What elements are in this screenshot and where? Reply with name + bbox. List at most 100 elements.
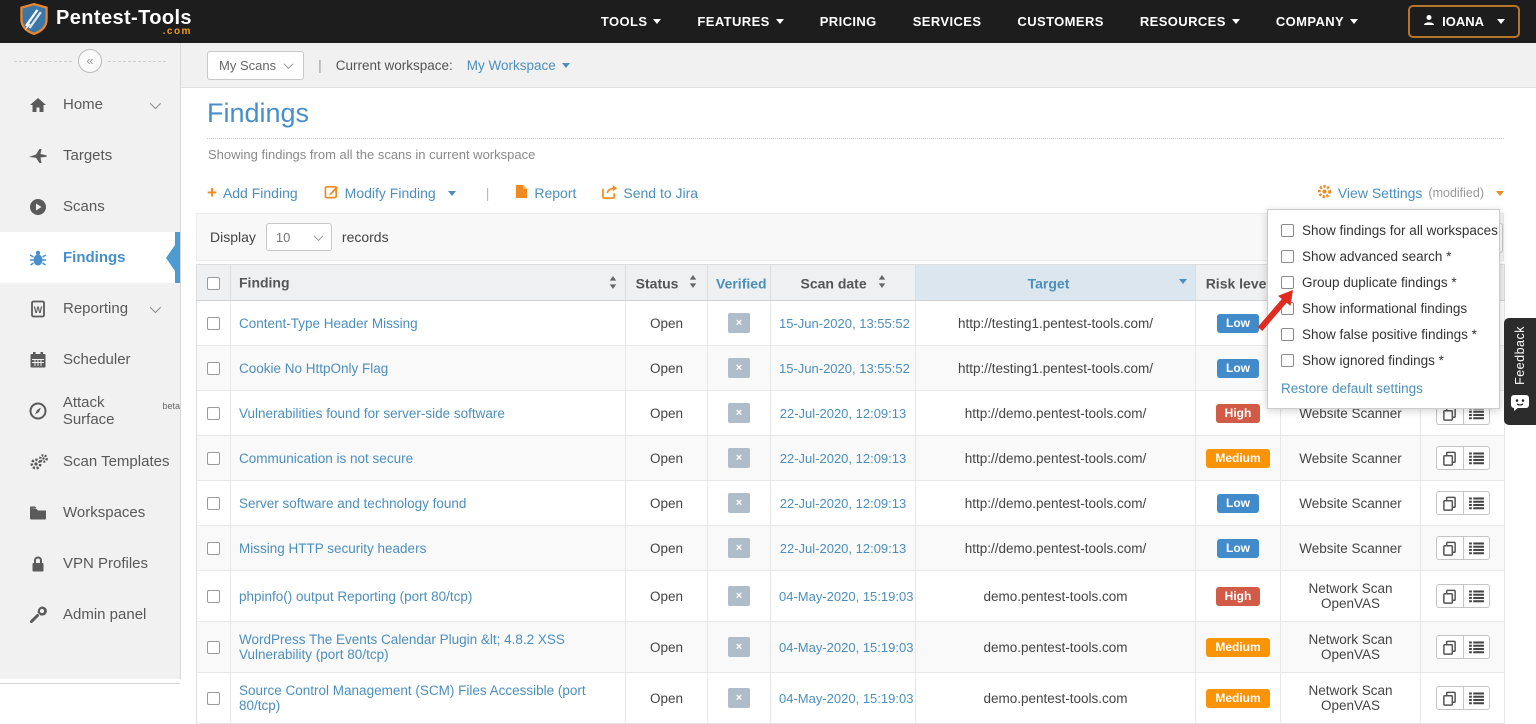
row-checkbox[interactable] <box>207 590 220 603</box>
duplicate-finding-button[interactable] <box>1436 686 1463 710</box>
sidebar-item-scan-templates[interactable]: Scan Templates <box>0 436 180 487</box>
finding-link[interactable]: Missing HTTP security headers <box>239 541 426 556</box>
nav-features[interactable]: FEATURES <box>697 14 783 29</box>
scan-date-link[interactable]: 22-Jul-2020, 12:09:13 <box>780 406 906 421</box>
verified-toggle-badge[interactable]: × <box>728 637 750 657</box>
status-header[interactable]: Status <box>626 265 708 301</box>
finding-link[interactable]: WordPress The Events Calendar Plugin &lt… <box>239 632 565 662</box>
finding-link[interactable]: Communication is not secure <box>239 451 413 466</box>
sidebar-item-workspaces[interactable]: Workspaces <box>0 487 180 538</box>
scan-date-link[interactable]: 15-Jun-2020, 13:55:52 <box>779 361 910 376</box>
view-settings-option[interactable]: Show ignored findings * <box>1281 353 1486 368</box>
sidebar-item-scheduler[interactable]: Scheduler <box>0 334 180 385</box>
add-finding-button[interactable]: + Add Finding <box>207 185 298 201</box>
brand-logo[interactable]: Pentest-Tools .com <box>20 3 192 40</box>
sidebar-collapse-button[interactable]: « <box>78 49 102 73</box>
workspace-selector[interactable]: My Workspace <box>467 58 570 73</box>
nav-services[interactable]: SERVICES <box>913 14 982 29</box>
user-menu-button[interactable]: IOANA <box>1408 5 1520 38</box>
scan-date-link[interactable]: 22-Jul-2020, 12:09:13 <box>780 451 906 466</box>
duplicate-finding-button[interactable] <box>1436 584 1463 608</box>
verified-toggle-badge[interactable]: × <box>728 688 750 708</box>
view-settings-options: Show findings for all workspaces Show ad… <box>1281 223 1486 368</box>
findings-toolbar: + Add Finding Modify Finding | Report Se… <box>207 184 1504 202</box>
verified-toggle-badge[interactable]: × <box>728 586 750 606</box>
sidebar-item-home[interactable]: Home <box>0 79 180 130</box>
scan-date-link[interactable]: 15-Jun-2020, 13:55:52 <box>779 316 910 331</box>
verified-toggle-badge[interactable]: × <box>728 358 750 378</box>
scan-date-link[interactable]: 04-May-2020, 15:19:03 <box>779 691 913 706</box>
select-all-checkbox[interactable] <box>207 277 220 290</box>
duplicate-finding-button[interactable] <box>1436 491 1463 515</box>
sidebar-item-vpn-profiles[interactable]: VPN Profiles <box>0 538 180 589</box>
sidebar-item-targets[interactable]: Targets <box>0 130 180 181</box>
sidebar-item-attack-surface[interactable]: Attack Surface beta <box>0 385 180 436</box>
target-header[interactable]: Target <box>916 265 1196 301</box>
sidebar-item-scans[interactable]: Scans <box>0 181 180 232</box>
finding-link[interactable]: phpinfo() output Reporting (port 80/tcp) <box>239 589 472 604</box>
row-checkbox[interactable] <box>207 362 220 375</box>
view-settings-option[interactable]: Show false positive findings * <box>1281 327 1486 342</box>
finding-header[interactable]: Finding <box>231 265 626 301</box>
view-settings-option[interactable]: Show advanced search * <box>1281 249 1486 264</box>
send-to-jira-button[interactable]: Send to Jira <box>602 184 698 202</box>
nav-customers[interactable]: CUSTOMERS <box>1017 14 1103 29</box>
modify-finding-button[interactable]: Modify Finding <box>324 184 456 202</box>
row-checkbox[interactable] <box>207 542 220 555</box>
row-checkbox[interactable] <box>207 497 220 510</box>
finding-link[interactable]: Server software and technology found <box>239 496 466 511</box>
verified-toggle-badge[interactable]: × <box>728 448 750 468</box>
nav-tools[interactable]: TOOLS <box>601 14 662 29</box>
finding-details-button[interactable] <box>1463 635 1490 659</box>
row-checkbox[interactable] <box>207 641 220 654</box>
plus-icon: + <box>207 187 217 199</box>
finding-details-button[interactable] <box>1463 686 1490 710</box>
row-checkbox[interactable] <box>207 317 220 330</box>
duplicate-finding-button[interactable] <box>1436 536 1463 560</box>
view-settings-option[interactable]: Group duplicate findings * <box>1281 275 1486 290</box>
scan-date-link[interactable]: 22-Jul-2020, 12:09:13 <box>780 541 906 556</box>
finding-link[interactable]: Cookie No HttpOnly Flag <box>239 361 388 376</box>
report-button[interactable]: Report <box>515 184 576 202</box>
checkbox-unchecked-icon[interactable] <box>1281 250 1294 263</box>
folder-icon <box>29 504 49 522</box>
verified-toggle-badge[interactable]: × <box>728 403 750 423</box>
view-settings-option[interactable]: Show informational findings <box>1281 301 1486 316</box>
nav-company[interactable]: COMPANY <box>1276 14 1358 29</box>
duplicate-finding-button[interactable] <box>1436 446 1463 470</box>
finding-link[interactable]: Source Control Management (SCM) Files Ac… <box>239 683 586 713</box>
finding-details-button[interactable] <box>1463 446 1490 470</box>
row-checkbox[interactable] <box>207 452 220 465</box>
feedback-tab[interactable]: Feedback <box>1504 318 1536 425</box>
page-size-select[interactable]: 10 <box>266 223 332 251</box>
scan-date-header[interactable]: Scan date <box>771 265 916 301</box>
finding-link[interactable]: Content-Type Header Missing <box>239 316 418 331</box>
sort-desc-icon <box>1179 279 1187 284</box>
finding-details-button[interactable] <box>1463 584 1490 608</box>
finding-details-button[interactable] <box>1463 491 1490 515</box>
scope-select[interactable]: My Scans <box>207 51 304 80</box>
scan-date-link[interactable]: 22-Jul-2020, 12:09:13 <box>780 496 906 511</box>
restore-default-settings-link[interactable]: Restore default settings <box>1281 381 1423 396</box>
checkbox-unchecked-icon[interactable] <box>1281 224 1294 237</box>
nav-resources[interactable]: RESOURCES <box>1140 14 1240 29</box>
finding-details-button[interactable] <box>1463 536 1490 560</box>
sidebar-item-findings[interactable]: Findings <box>0 232 180 283</box>
status-cell: Open <box>626 622 708 673</box>
checkbox-unchecked-icon[interactable] <box>1281 354 1294 367</box>
finding-link[interactable]: Vulnerabilities found for server-side so… <box>239 406 505 421</box>
verified-toggle-badge[interactable]: × <box>728 538 750 558</box>
sidebar-item-admin-panel[interactable]: Admin panel <box>0 589 180 640</box>
row-checkbox[interactable] <box>207 692 220 705</box>
scan-date-link[interactable]: 04-May-2020, 15:19:03 <box>779 640 913 655</box>
row-checkbox[interactable] <box>207 407 220 420</box>
verified-toggle-badge[interactable]: × <box>728 313 750 333</box>
view-settings-option[interactable]: Show findings for all workspaces <box>1281 223 1486 238</box>
sidebar-item-reporting[interactable]: W Reporting <box>0 283 180 334</box>
verified-toggle-badge[interactable]: × <box>728 493 750 513</box>
nav-pricing[interactable]: PRICING <box>820 14 877 29</box>
verified-header[interactable]: Verified <box>708 265 771 301</box>
duplicate-finding-button[interactable] <box>1436 635 1463 659</box>
scan-date-link[interactable]: 04-May-2020, 15:19:03 <box>779 589 913 604</box>
view-settings-button[interactable]: View Settings (modified) <box>1317 184 1504 202</box>
